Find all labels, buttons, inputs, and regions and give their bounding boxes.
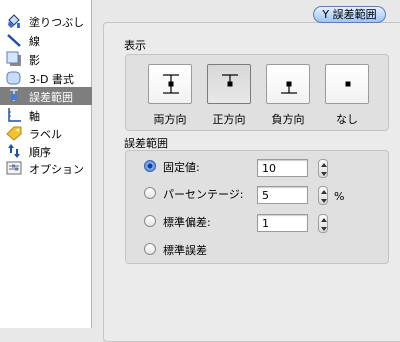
none-direction-icon	[345, 81, 351, 87]
direction-minus-button[interactable]	[266, 64, 310, 104]
percentage-label: パーセンテージ:	[163, 188, 244, 201]
sidebar-item-label: 塗りつぶし	[29, 16, 85, 29]
percentage-unit: %	[334, 190, 345, 203]
stepper-arrows-icon	[321, 190, 327, 203]
percentage-stepper[interactable]	[318, 186, 328, 205]
std-error-label: 標準誤差	[163, 244, 207, 257]
options-icon	[6, 160, 22, 176]
percentage-radio[interactable]	[144, 187, 156, 199]
std-deviation-stepper[interactable]	[318, 214, 328, 233]
sidebar-item-fill[interactable]: 塗りつぶし	[0, 12, 92, 30]
fixed-value-input[interactable]: 10	[257, 159, 308, 177]
axis-icon	[6, 107, 22, 123]
sidebar-item-order[interactable]: 順序	[0, 142, 92, 160]
sidebar-item-label: ラベル	[29, 128, 62, 141]
3d-format-icon	[6, 70, 22, 86]
direction-both-label: 両方向	[153, 113, 187, 126]
sidebar-item-line[interactable]: 線	[0, 31, 92, 49]
direction-none-button[interactable]	[325, 64, 369, 104]
paint-bucket-icon	[6, 13, 22, 29]
std-deviation-label: 標準偏差:	[163, 216, 211, 229]
sidebar-item-label: 軸	[29, 110, 40, 123]
error-bars-icon	[6, 88, 22, 104]
percentage-input[interactable]: 5	[257, 186, 308, 204]
stepper-arrows-icon	[321, 218, 327, 231]
sidebar-item-label: 誤差範囲	[29, 91, 73, 104]
std-deviation-radio[interactable]	[144, 215, 156, 227]
direction-both-button[interactable]	[148, 64, 192, 104]
minus-direction-icon	[281, 81, 297, 94]
sidebar-item-label: 影	[29, 54, 40, 67]
line-icon	[6, 32, 22, 48]
sidebar-item-error-bars[interactable]: 誤差範囲	[0, 87, 92, 105]
display-section-title: 表示	[124, 39, 146, 52]
sidebar-item-options[interactable]: オプション	[0, 159, 92, 177]
fixed-value-radio[interactable]	[144, 160, 156, 172]
sidebar-item-axis[interactable]: 軸	[0, 106, 92, 124]
tab-y-error-bars[interactable]: Y 誤差範囲	[313, 6, 386, 23]
sidebar-item-label: 順序	[29, 146, 51, 159]
sidebar-item-label: 3-D 書式	[29, 73, 74, 86]
direction-plus-label: 正方向	[212, 113, 246, 126]
sidebar-item-label: 線	[29, 35, 40, 48]
sidebar-item-shadow[interactable]: 影	[0, 50, 92, 68]
sidebar-item-label-tag[interactable]: ラベル	[0, 124, 92, 142]
both-direction-icon	[163, 74, 179, 94]
label-tag-icon	[6, 125, 22, 141]
direction-minus-label: 負方向	[271, 113, 305, 126]
sidebar-item-3d-format[interactable]: 3-D 書式	[0, 69, 92, 87]
fixed-value-stepper[interactable]	[318, 159, 328, 178]
order-icon	[6, 143, 22, 159]
direction-none-label: なし	[336, 113, 358, 126]
std-deviation-input[interactable]: 1	[257, 214, 308, 232]
shadow-icon	[6, 51, 22, 67]
fixed-value-label: 固定値:	[163, 161, 200, 174]
sidebar-item-label: オプション	[29, 163, 84, 176]
plus-direction-icon	[222, 74, 238, 87]
direction-plus-button[interactable]	[207, 64, 251, 104]
stepper-arrows-icon	[321, 163, 327, 176]
std-error-radio[interactable]	[144, 243, 156, 255]
error-amount-section-title: 誤差範囲	[124, 137, 168, 150]
sidebar: 塗りつぶし 線 影 3-D 書式 誤差範囲 軸 ラベル 順序 オプション	[0, 0, 92, 328]
